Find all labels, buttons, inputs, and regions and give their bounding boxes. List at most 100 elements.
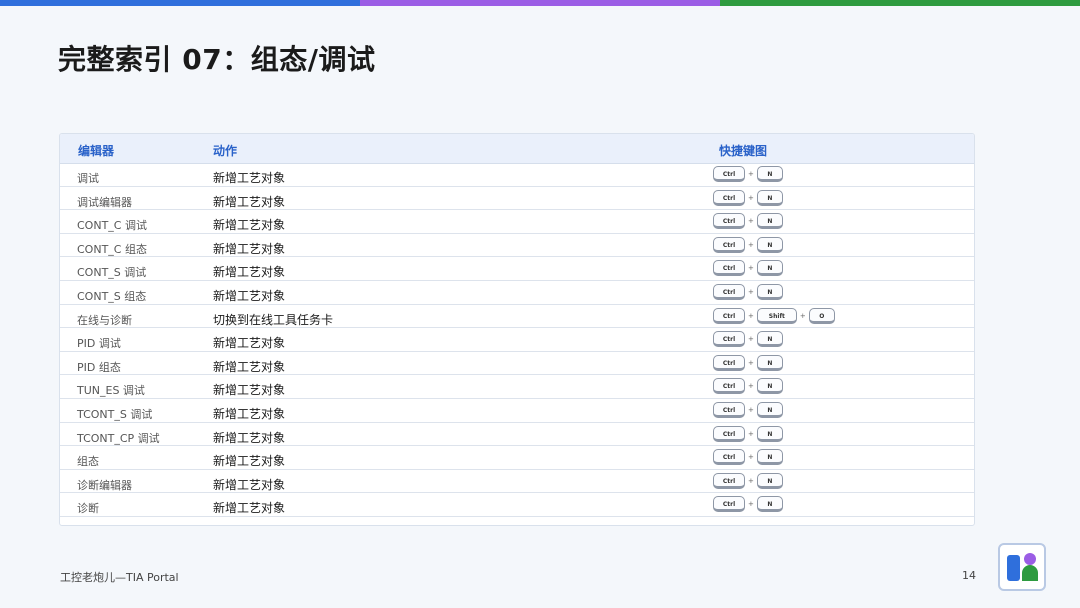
- page-number: 14: [962, 569, 976, 582]
- accent-purple: [360, 0, 720, 6]
- cell-editor: 调试编辑器: [77, 195, 132, 209]
- keycap: Ctrl: [713, 189, 745, 206]
- keycap: N: [756, 166, 783, 182]
- keycap: N: [756, 496, 783, 513]
- footer-source: 工控老炮儿—TIA Portal: [60, 571, 179, 584]
- cell-editor: CONT_S 调试: [77, 266, 147, 280]
- cell-action: 新增工艺对象: [213, 336, 286, 351]
- cell-shortcut: Ctrl + N: [713, 166, 783, 182]
- plus-sign: +: [748, 193, 754, 202]
- cell-action: 新增工艺对象: [213, 477, 286, 492]
- cell-editor: 在线与诊断: [77, 313, 132, 327]
- keycap: Ctrl: [713, 166, 745, 182]
- cell-editor: PID 调试: [77, 337, 121, 351]
- accent-green: [720, 0, 1080, 6]
- keycap: N: [756, 401, 783, 418]
- cell-editor: 诊断编辑器: [77, 478, 132, 492]
- table-row: 调试 新增工艺对象 Ctrl + N: [60, 163, 974, 187]
- cell-action: 新增工艺对象: [213, 241, 286, 256]
- keycap: N: [756, 425, 783, 442]
- keycap: Ctrl: [713, 401, 745, 418]
- accent-blue: [0, 0, 360, 6]
- cell-shortcut: Ctrl + N: [713, 236, 783, 253]
- cell-action: 切换到在线工具任务卡: [213, 312, 334, 327]
- table-header: 编辑器 动作 快捷键图: [60, 134, 974, 164]
- keycap: N: [756, 378, 783, 395]
- plus-sign: +: [748, 500, 754, 509]
- cell-shortcut: Ctrl + N: [713, 378, 783, 395]
- cell-shortcut: Ctrl + N: [713, 283, 783, 300]
- keycap: Ctrl: [713, 307, 745, 324]
- cell-shortcut: Ctrl + N: [713, 213, 783, 230]
- cell-action: 新增工艺对象: [213, 218, 286, 233]
- top-accent-bar: [0, 0, 1080, 6]
- plus-sign: +: [748, 170, 754, 178]
- table-row: 在线与诊断 切换到在线工具任务卡 Ctrl + Shift + O: [60, 305, 974, 329]
- cell-shortcut: Ctrl + N: [713, 425, 783, 442]
- cell-editor: CONT_C 组态: [77, 242, 147, 256]
- table-row: 调试编辑器 新增工艺对象 Ctrl + N: [60, 187, 974, 211]
- header-shortcut: 快捷键图: [719, 144, 768, 158]
- header-action: 动作: [213, 144, 238, 158]
- keycap: N: [756, 236, 783, 253]
- cell-action: 新增工艺对象: [213, 171, 286, 185]
- plus-sign: +: [748, 476, 754, 485]
- cell-shortcut: Ctrl + N: [713, 472, 783, 489]
- cell-action: 新增工艺对象: [213, 359, 286, 374]
- shortcut-table: 编辑器 动作 快捷键图 调试 新增工艺对象 Ctrl + N 调试编辑器 新增工艺对象 Ctr…: [59, 133, 975, 526]
- cell-editor: 组态: [77, 455, 99, 469]
- cell-editor: 调试: [77, 172, 99, 185]
- keycap: Ctrl: [713, 260, 745, 277]
- table-row: 组态 新增工艺对象 Ctrl + N: [60, 446, 974, 470]
- cell-editor: TCONT_CP 调试: [77, 431, 160, 445]
- keycap: Ctrl: [713, 213, 745, 230]
- keycap: Shift: [756, 307, 797, 324]
- table-row: PID 组态 新增工艺对象 Ctrl + N: [60, 352, 974, 376]
- keycap: N: [756, 260, 783, 277]
- keycap: Ctrl: [713, 425, 745, 442]
- keycap: Ctrl: [713, 283, 745, 300]
- cell-shortcut: Ctrl + N: [713, 401, 783, 418]
- keycap: N: [756, 354, 783, 371]
- table-row: CONT_S 调试 新增工艺对象 Ctrl + N: [60, 257, 974, 281]
- cell-editor: PID 组态: [77, 360, 121, 374]
- cell-shortcut: Ctrl + Shift + O: [713, 307, 835, 324]
- keycap: N: [756, 472, 783, 489]
- cell-editor: TUN_ES 调试: [77, 384, 145, 398]
- cell-action: 新增工艺对象: [213, 430, 286, 445]
- keycap: Ctrl: [713, 331, 745, 348]
- cell-action: 新增工艺对象: [213, 383, 286, 398]
- plus-sign: +: [748, 287, 754, 296]
- keycap: O: [808, 307, 835, 324]
- plus-sign: +: [748, 453, 754, 462]
- table-row: CONT_S 组态 新增工艺对象 Ctrl + N: [60, 281, 974, 305]
- cell-shortcut: Ctrl + N: [713, 496, 783, 513]
- keycap: N: [756, 213, 783, 230]
- keycap: Ctrl: [713, 449, 745, 466]
- cell-action: 新增工艺对象: [213, 501, 286, 516]
- plus-sign: +: [748, 335, 754, 344]
- plus-sign: +: [748, 264, 754, 273]
- plus-sign: +: [748, 405, 754, 414]
- plus-sign: +: [748, 429, 754, 438]
- keycap: N: [756, 283, 783, 300]
- table-row: TUN_ES 调试 新增工艺对象 Ctrl + N: [60, 375, 974, 399]
- cell-action: 新增工艺对象: [213, 288, 286, 303]
- cell-shortcut: Ctrl + N: [713, 260, 783, 277]
- keycap: N: [756, 331, 783, 348]
- cell-shortcut: Ctrl + N: [713, 449, 783, 466]
- plus-sign: +: [748, 382, 754, 391]
- plus-sign: +: [799, 311, 806, 320]
- plus-sign: +: [748, 311, 754, 320]
- table-row: PID 调试 新增工艺对象 Ctrl + N: [60, 328, 974, 352]
- cell-action: 新增工艺对象: [213, 194, 286, 209]
- keycap: Ctrl: [713, 496, 745, 513]
- cell-editor: CONT_C 调试: [77, 219, 147, 233]
- cell-editor: TCONT_S 调试: [77, 407, 153, 421]
- table-row: CONT_C 调试 新增工艺对象 Ctrl + N: [60, 210, 974, 234]
- app-logo-icon: [998, 543, 1046, 591]
- cell-action: 新增工艺对象: [213, 406, 286, 421]
- page-title: 完整索引 07：组态/调试: [58, 43, 376, 76]
- cell-editor: CONT_S 组态: [77, 289, 147, 303]
- plus-sign: +: [748, 217, 754, 226]
